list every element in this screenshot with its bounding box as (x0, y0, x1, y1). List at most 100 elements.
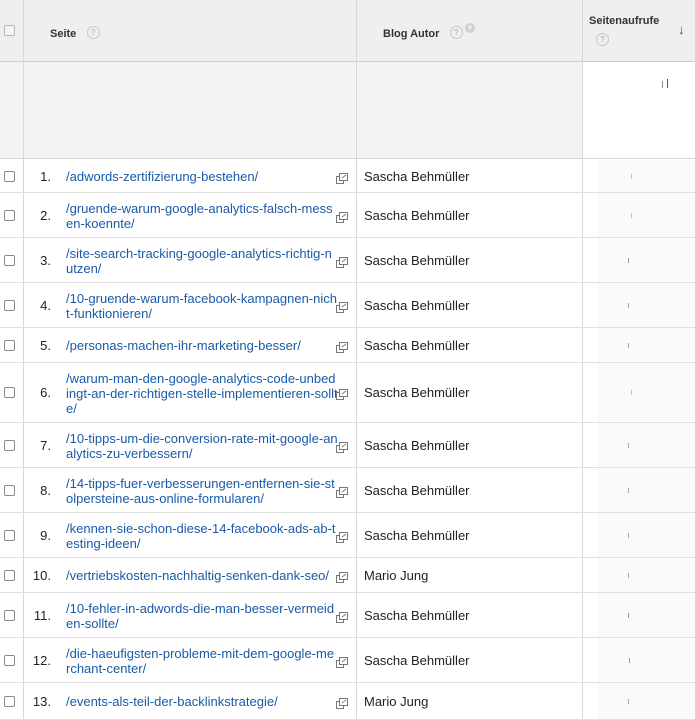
row-checkbox[interactable] (4, 695, 15, 707)
row-checkbox[interactable] (4, 439, 15, 451)
help-icon[interactable]: ? (596, 33, 609, 46)
row-divider (0, 557, 695, 558)
pageviews-bar (628, 698, 629, 704)
open-in-new-window-icon[interactable] (336, 255, 348, 268)
open-in-new-window-icon[interactable] (336, 387, 348, 400)
row-rank: 7. (40, 437, 51, 453)
row-divider (0, 637, 695, 638)
row-rank: 6. (40, 385, 51, 400)
pageviews-bar (628, 572, 629, 578)
row-divider (0, 327, 695, 328)
row-rank: 11. (33, 607, 51, 623)
row-checkbox[interactable] (4, 339, 15, 351)
row-rank: 8. (40, 482, 51, 498)
column-header-author-label: Blog Autor (383, 28, 440, 40)
row-divider (0, 422, 695, 423)
row-rank: 4. (40, 297, 51, 313)
page-link[interactable]: /vertriebskosten-nachhaltig-senken-dank-… (66, 568, 338, 583)
row-divider (0, 192, 695, 193)
open-in-new-window-icon[interactable] (336, 300, 348, 313)
help-icon[interactable]: ? (86, 26, 100, 40)
page-link[interactable]: /site-search-tracking-google-analytics-r… (66, 246, 338, 276)
page-link[interactable]: /warum-man-den-google-analytics-code-unb… (66, 371, 338, 416)
select-all-checkbox[interactable] (4, 25, 15, 36)
pageviews-bar (628, 302, 629, 308)
row-divider (0, 682, 695, 683)
open-in-new-window-icon[interactable] (336, 485, 348, 498)
page-link[interactable]: /personas-machen-ihr-marketing-besser/ (66, 338, 338, 353)
column-header-author[interactable]: Blog Autor ? (383, 24, 463, 42)
blog-author: Sascha Behmüller (364, 482, 470, 498)
row-rank: 1. (40, 168, 51, 184)
open-in-new-window-icon[interactable] (336, 210, 348, 223)
page-link[interactable]: /10-gruende-warum-facebook-kampagnen-nic… (66, 291, 338, 321)
summary-row (0, 62, 583, 159)
column-header-page[interactable]: Seite ? (50, 24, 100, 42)
pageviews-bar (631, 390, 632, 395)
open-in-new-window-icon[interactable] (336, 171, 348, 184)
help-icon[interactable]: ? (449, 26, 463, 40)
pageviews-cell (597, 683, 695, 719)
column-header-page-label: Seite (50, 28, 77, 40)
pageviews-bar (628, 487, 629, 493)
page-link[interactable]: /gruende-warum-google-analytics-falsch-m… (66, 201, 338, 231)
page-link[interactable]: /adwords-zertifizierung-bestehen/ (66, 169, 338, 184)
row-checkbox[interactable] (4, 387, 15, 398)
open-in-new-window-icon[interactable] (336, 610, 348, 623)
divider (582, 0, 583, 720)
open-in-new-window-icon[interactable] (336, 696, 348, 709)
open-in-new-window-icon[interactable] (336, 655, 348, 668)
pageviews-bar (628, 342, 629, 348)
row-checkbox[interactable] (4, 484, 15, 496)
pageviews-cell (597, 160, 695, 192)
row-rank: 3. (40, 252, 51, 268)
row-checkbox[interactable] (4, 299, 15, 311)
blog-author: Sascha Behmüller (364, 527, 470, 543)
page-link[interactable]: /14-tipps-fuer-verbesserungen-entfernen-… (66, 476, 338, 506)
pageviews-cell (597, 468, 695, 512)
row-checkbox[interactable] (4, 569, 15, 581)
page-link[interactable]: /die-haeufigsten-probleme-mit-dem-google… (66, 646, 338, 676)
blog-author: Sascha Behmüller (364, 607, 470, 623)
pageviews-cell (597, 638, 695, 682)
pageviews-cell (597, 423, 695, 467)
blog-author: Mario Jung (364, 693, 429, 709)
open-in-new-window-icon[interactable] (336, 570, 348, 583)
row-divider (0, 592, 695, 593)
row-checkbox[interactable] (4, 654, 15, 666)
open-in-new-window-icon[interactable] (336, 440, 348, 453)
row-divider (0, 362, 695, 363)
pageviews-bar (628, 257, 629, 263)
row-rank: 13. (32, 693, 51, 709)
row-checkbox[interactable] (4, 209, 15, 221)
blog-author: Sascha Behmüller (364, 337, 470, 353)
page-link[interactable]: /10-tipps-um-die-conversion-rate-mit-goo… (66, 431, 338, 461)
page-link[interactable]: /kennen-sie-schon-diese-14-facebook-ads-… (66, 521, 338, 551)
row-rank: 9. (40, 527, 51, 543)
sort-descending-icon[interactable]: ↓ (678, 22, 685, 37)
pageviews-bar (631, 212, 632, 218)
row-rank: 5. (40, 337, 51, 353)
row-checkbox[interactable] (4, 529, 15, 541)
row-divider (0, 237, 695, 238)
pageviews-bar (631, 173, 632, 179)
blog-author: Sascha Behmüller (364, 297, 470, 313)
page-link[interactable]: /10-fehler-in-adwords-die-man-besser-ver… (66, 601, 338, 631)
row-checkbox[interactable] (4, 254, 15, 266)
blog-author: Sascha Behmüller (364, 168, 470, 184)
row-divider (0, 512, 695, 513)
page-link[interactable]: /events-als-teil-der-backlinkstrategie/ (66, 694, 338, 709)
row-checkbox[interactable] (4, 609, 15, 621)
blog-author: Sascha Behmüller (364, 385, 470, 400)
pageviews-bar (629, 657, 630, 663)
column-header-views[interactable]: Seitenaufrufe ? (589, 15, 659, 46)
pageviews-bar (628, 442, 629, 448)
pageviews-cell (597, 513, 695, 557)
remove-dimension-icon[interactable]: × (465, 23, 475, 33)
row-checkbox[interactable] (4, 170, 15, 182)
pageviews-cell (597, 193, 695, 237)
open-in-new-window-icon[interactable] (336, 530, 348, 543)
blog-author: Sascha Behmüller (364, 652, 470, 668)
open-in-new-window-icon[interactable] (336, 340, 348, 353)
row-rank: 10. (32, 567, 51, 583)
